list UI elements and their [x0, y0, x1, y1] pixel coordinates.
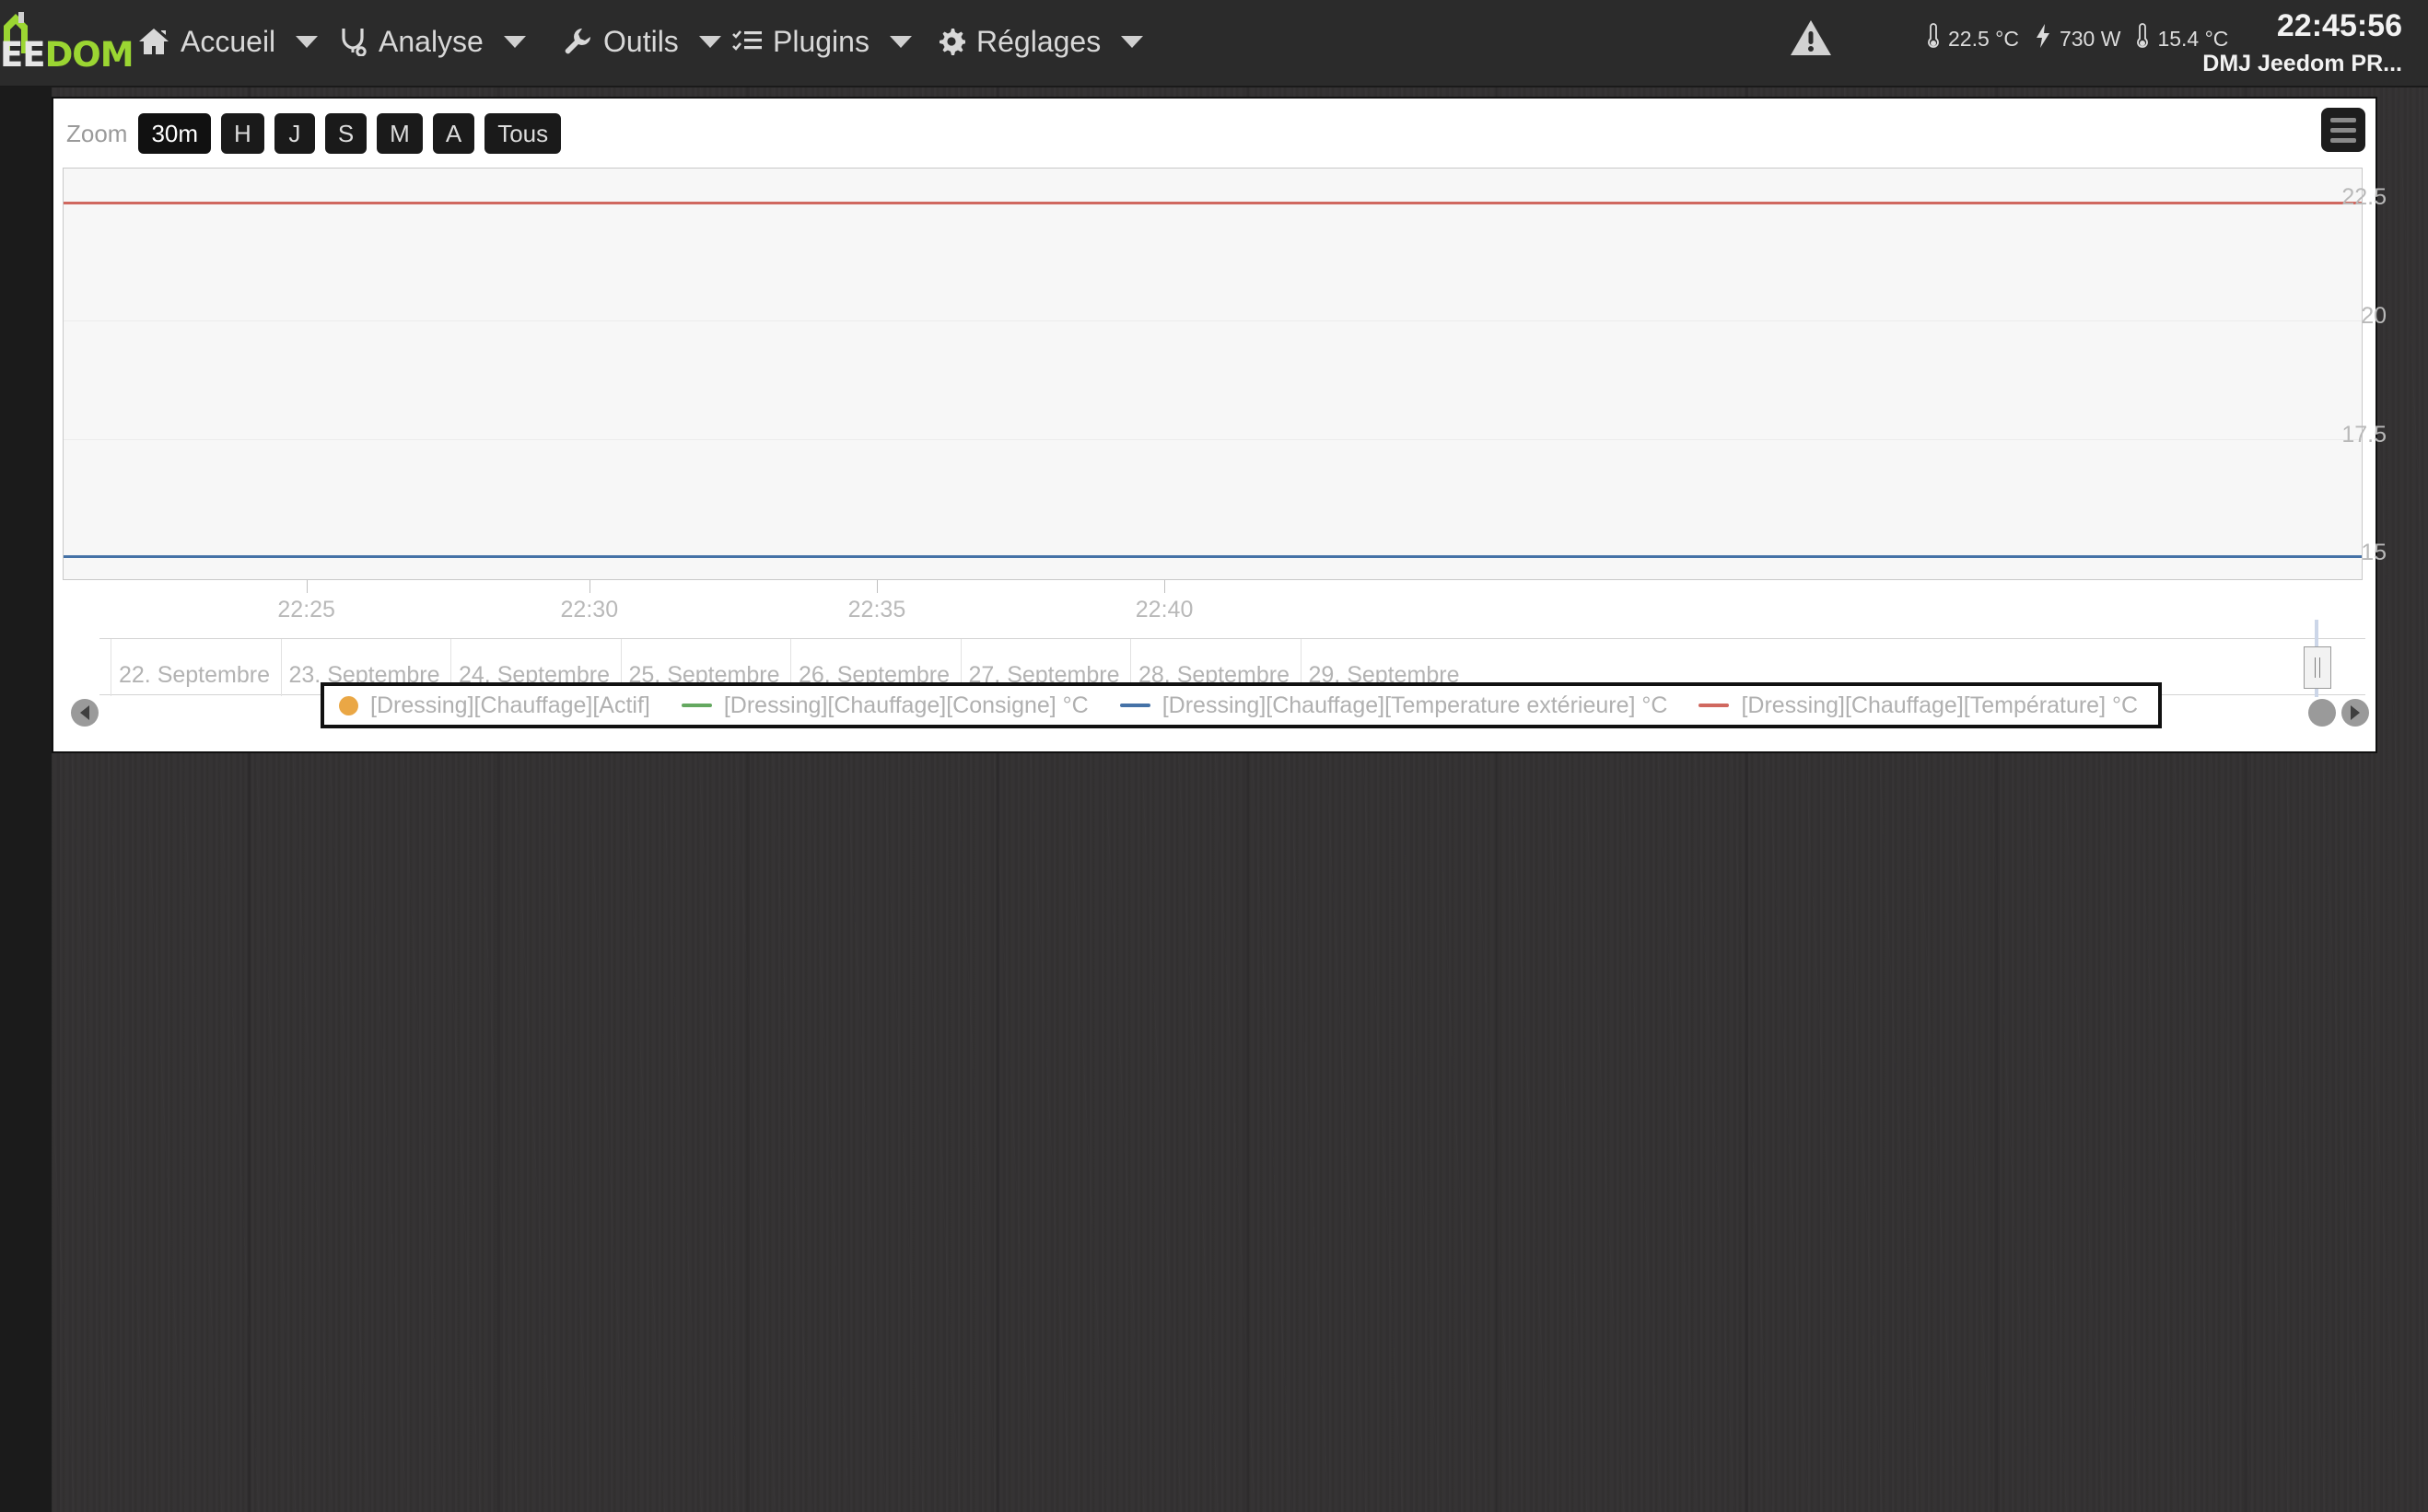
- x-axis-tick-label: 22:40: [1135, 597, 1194, 622]
- legend-dot-icon: [339, 695, 358, 715]
- top-navigation-bar: EEDOM Accueil Analyse Outils Plugins Rég…: [0, 0, 2428, 87]
- sensor-value-1: 730 W: [2059, 26, 2121, 51]
- legend-symbol: [1698, 704, 1730, 707]
- x-axis-tick: [589, 580, 590, 593]
- legend-line-icon: [1698, 704, 1730, 707]
- nav-label-outils: Outils: [603, 24, 679, 58]
- user-name: DMJ Jeedom PR...: [2202, 51, 2402, 76]
- x-axis-tick: [876, 580, 878, 593]
- plot-area[interactable]: [63, 168, 2363, 580]
- warning-triangle-icon[interactable]: [1790, 18, 1832, 62]
- wrench-icon: [563, 27, 592, 56]
- legend-label: [Dressing][Chauffage][Temperature extéri…: [1161, 692, 1668, 718]
- y-axis-tick-label: 17.5: [2341, 421, 2387, 448]
- thermometer-icon: [1927, 22, 1940, 55]
- nav-label-accueil: Accueil: [181, 24, 276, 58]
- range-button-m[interactable]: M: [377, 113, 423, 154]
- x-axis-tick-label: 22:35: [847, 597, 906, 622]
- series-line-temperature-exterieure: [64, 555, 2362, 559]
- legend-item[interactable]: [Dressing][Chauffage][Température] °C: [1698, 692, 2138, 719]
- nav-item-plugins[interactable]: Plugins: [732, 20, 912, 63]
- stethoscope-icon: [340, 27, 368, 56]
- chevron-down-icon: [889, 35, 912, 48]
- y-axis-tick-label: 20: [2361, 302, 2387, 329]
- grip-line: [2319, 657, 2320, 678]
- legend-label: [Dressing][Chauffage][Consigne] °C: [723, 692, 1089, 718]
- hamburger-bar: [2330, 137, 2356, 143]
- clock-and-user[interactable]: 22:45:56 DMJ Jeedom PR...: [2202, 7, 2402, 79]
- x-axis-tick-label: 22:25: [277, 597, 335, 622]
- thermometer-icon: [2136, 22, 2149, 55]
- sensor-summary: 22.5 °C 730 W 15.4 °C: [1927, 22, 2235, 55]
- logo-text-primary: EE: [0, 35, 46, 75]
- range-button-tous[interactable]: Tous: [484, 113, 562, 154]
- navigator-scrollbar-thumb[interactable]: [2308, 699, 2336, 727]
- nav-item-reglages[interactable]: Réglages: [938, 20, 1144, 63]
- chevron-down-icon: [1121, 35, 1144, 48]
- nav-item-accueil[interactable]: Accueil: [138, 20, 319, 63]
- nav-label-reglages: Réglages: [976, 24, 1102, 58]
- hamburger-bar: [2330, 117, 2356, 122]
- gear-icon: [938, 28, 965, 55]
- legend-label: [Dressing][Chauffage][Actif]: [370, 692, 650, 718]
- hamburger-menu-icon[interactable]: [2321, 108, 2365, 152]
- series-line-temperature: [64, 202, 2362, 205]
- legend-item[interactable]: [Dressing][Chauffage][Temperature extéri…: [1119, 692, 1668, 719]
- range-handle-icon[interactable]: [2304, 646, 2331, 689]
- legend-line-icon: [1119, 704, 1150, 707]
- y-axis-tick-label: 22.5: [2341, 184, 2387, 211]
- arrow-glyph: [80, 705, 89, 720]
- x-axis-tick: [306, 580, 308, 593]
- legend-item[interactable]: [Dressing][Chauffage][Consigne] °C: [681, 692, 1089, 719]
- x-axis-tick-label: 22:30: [560, 597, 619, 622]
- x-axis-tick: [1164, 580, 1166, 593]
- hamburger-bar: [2330, 127, 2356, 133]
- legend-line-icon: [681, 704, 712, 707]
- bolt-icon: [2035, 23, 2051, 54]
- home-icon: [138, 27, 169, 56]
- chevron-left-icon[interactable]: [71, 699, 99, 727]
- sensor-value-0: 22.5 °C: [1948, 26, 2019, 51]
- x-axis: 22:25 22:30 22:35 22:40: [63, 580, 2363, 635]
- nav-label-analyse: Analyse: [379, 24, 484, 58]
- nav-label-plugins: Plugins: [773, 24, 870, 58]
- legend-label: [Dressing][Chauffage][Température] °C: [1741, 692, 2139, 718]
- chevron-right-icon[interactable]: [2341, 699, 2369, 727]
- chevron-down-icon: [503, 35, 526, 48]
- chevron-down-icon: [296, 35, 319, 48]
- left-dark-panel: [0, 0, 52, 1512]
- legend-symbol: [339, 695, 358, 715]
- chevron-down-icon: [698, 35, 721, 48]
- logo-text-accent: DOM: [44, 35, 134, 75]
- range-button-h[interactable]: H: [221, 113, 264, 154]
- nav-item-outils[interactable]: Outils: [563, 20, 721, 63]
- legend-symbol: [681, 704, 712, 707]
- range-button-j[interactable]: J: [274, 113, 315, 154]
- gridline: [64, 320, 2362, 321]
- zoom-label: Zoom: [66, 119, 128, 147]
- nav-item-analyse[interactable]: Analyse: [340, 20, 526, 63]
- navigator-day-label: 22. Septembre: [119, 662, 270, 688]
- legend-symbol: [1119, 704, 1150, 707]
- grip-line: [2315, 657, 2316, 678]
- checklist-icon: [732, 29, 762, 54]
- arrow-glyph: [2351, 705, 2360, 720]
- range-button-a[interactable]: A: [432, 113, 475, 154]
- chart-legend: [Dressing][Chauffage][Actif] [Dressing][C…: [321, 682, 2163, 728]
- gridline: [64, 438, 2362, 440]
- legend-item[interactable]: [Dressing][Chauffage][Actif]: [339, 692, 650, 719]
- y-axis-tick-label: 15: [2361, 540, 2387, 566]
- jeedom-logo[interactable]: EEDOM: [0, 11, 134, 75]
- navigator-day-separator: [280, 639, 282, 696]
- chart-panel: Zoom 30m H J S M A Tous 22.5 20 17.5 15 22:…: [52, 97, 2387, 753]
- range-button-s[interactable]: S: [324, 113, 368, 154]
- clock-time: 22:45:56: [2276, 8, 2402, 43]
- range-selector: Zoom 30m H J S M A Tous: [66, 113, 571, 154]
- range-button-30m[interactable]: 30m: [138, 113, 212, 154]
